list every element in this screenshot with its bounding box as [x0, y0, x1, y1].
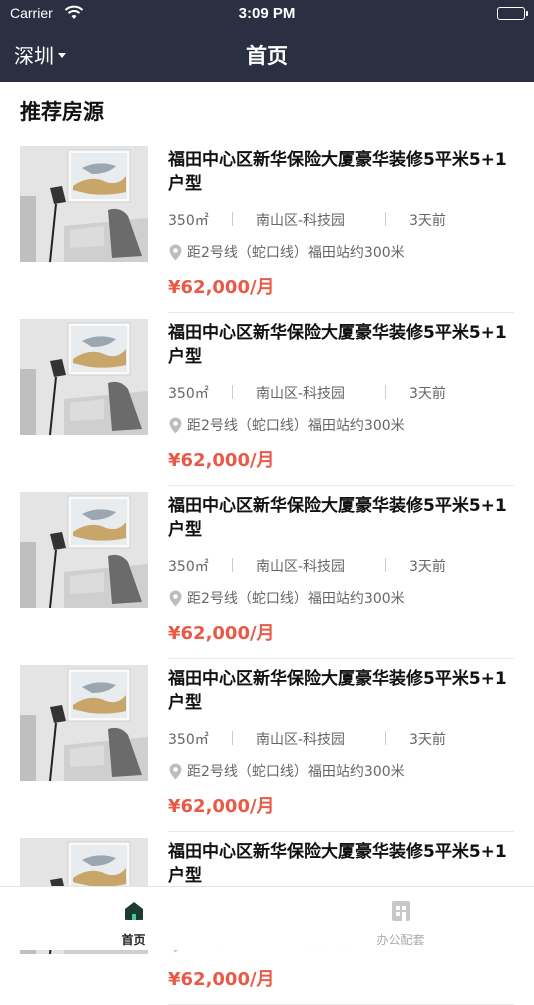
listing-meta: 350㎡ 南山区-科技园 3天前 [168, 383, 508, 403]
listing-posted-time: 3天前 [409, 559, 446, 575]
nav-bar: 深圳 首页 [0, 30, 534, 80]
listing-price: ¥62,000/月 [168, 623, 275, 644]
listing-location: 距2号线（蛇口线）福田站约300米 [168, 415, 405, 435]
location-pin-icon [169, 244, 182, 260]
listing-posted-time: 3天前 [409, 732, 446, 748]
listing-photo [20, 146, 148, 262]
tab-bar: 首页 办公配套 [0, 886, 534, 950]
listing-meta: 350㎡ 南山区-科技园 3天前 [168, 210, 508, 230]
listing-district: 南山区-科技园 [256, 732, 346, 748]
tab-office[interactable]: 办公配套 [267, 887, 534, 951]
listing-price: ¥62,000/月 [168, 277, 275, 298]
listing-item[interactable]: 福田中心区新华保险大厦豪华装修5平米5+1户型 350㎡ 南山区-科技园 3天前… [0, 486, 534, 659]
listing-item[interactable]: 福田中心区新华保险大厦豪华装修5平米5+1户型 350㎡ 南山区-科技园 3天前… [0, 659, 534, 832]
listing-list: 福田中心区新华保险大厦豪华装修5平米5+1户型 350㎡ 南山区-科技园 3天前… [0, 140, 534, 1005]
listing-location-text: 距2号线（蛇口线）福田站约300米 [187, 764, 405, 780]
listing-price: ¥62,000/月 [168, 969, 275, 990]
tab-home[interactable]: 首页 [0, 887, 267, 951]
listing-location-text: 距2号线（蛇口线）福田站约300米 [187, 245, 405, 261]
listing-area: 350㎡ [168, 386, 209, 402]
listing-district: 南山区-科技园 [256, 559, 346, 575]
listing-price: ¥62,000/月 [168, 450, 275, 471]
listing-photo [20, 492, 148, 608]
listing-item[interactable]: 福田中心区新华保险大厦豪华装修5平米5+1户型 350㎡ 南山区-科技园 3天前… [0, 140, 534, 313]
listing-district: 南山区-科技园 [256, 386, 346, 402]
listing-location: 距2号线（蛇口线）福田站约300米 [168, 588, 405, 608]
location-pin-icon [169, 590, 182, 606]
listing-area: 350㎡ [168, 213, 209, 229]
listing-posted-time: 3天前 [409, 386, 446, 402]
listing-meta: 350㎡ 南山区-科技园 3天前 [168, 729, 508, 749]
listing-item[interactable]: 福田中心区新华保险大厦豪华装修5平米5+1户型 350㎡ 南山区-科技园 3天前… [0, 313, 534, 486]
listing-title: 福田中心区新华保险大厦豪华装修5平米5+1户型 [168, 842, 507, 886]
listing-location-text: 距2号线（蛇口线）福田站约300米 [187, 418, 405, 434]
listing-area: 350㎡ [168, 559, 209, 575]
listing-title: 福田中心区新华保险大厦豪华装修5平米5+1户型 [168, 669, 507, 713]
listing-location-text: 距2号线（蛇口线）福田站约300米 [187, 591, 405, 607]
header: Carrier 3:09 PM 深圳 首页 [0, 0, 534, 82]
listing-photo [20, 319, 148, 435]
listing-price: ¥62,000/月 [168, 796, 275, 817]
clock: 3:09 PM [238, 5, 296, 22]
listing-posted-time: 3天前 [409, 213, 446, 229]
listing-location: 距2号线（蛇口线）福田站约300米 [168, 761, 405, 781]
status-bar: Carrier 3:09 PM [0, 0, 534, 28]
listing-title: 福田中心区新华保险大厦豪华装修5平米5+1户型 [168, 323, 507, 367]
page-title: 首页 [246, 44, 288, 68]
tab-label: 首页 [121, 933, 146, 947]
listing-title: 福田中心区新华保险大厦豪华装修5平米5+1户型 [168, 496, 507, 540]
listing-location: 距2号线（蛇口线）福田站约300米 [168, 242, 405, 262]
listing-meta: 350㎡ 南山区-科技园 3天前 [168, 556, 508, 576]
listing-title: 福田中心区新华保险大厦豪华装修5平米5+1户型 [168, 150, 507, 194]
listing-area: 350㎡ [168, 732, 209, 748]
section-title: 推荐房源 [20, 100, 104, 124]
tab-label: 办公配套 [376, 933, 425, 947]
location-pin-icon [169, 417, 182, 433]
location-pin-icon [169, 763, 182, 779]
listing-photo [20, 665, 148, 781]
battery-icon [497, 7, 528, 20]
listing-district: 南山区-科技园 [256, 213, 346, 229]
office-icon [391, 901, 410, 921]
home-icon [124, 902, 143, 920]
